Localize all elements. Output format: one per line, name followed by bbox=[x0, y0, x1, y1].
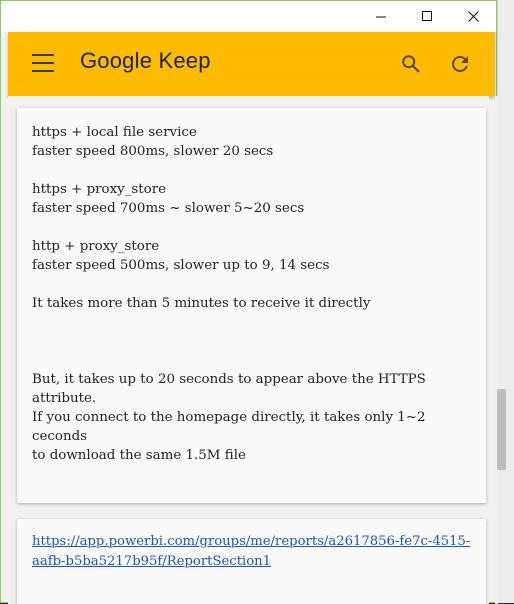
maximize-button[interactable] bbox=[404, 1, 450, 32]
note-card[interactable]: https + local file service faster speed … bbox=[17, 108, 486, 503]
close-button[interactable] bbox=[450, 1, 496, 32]
notes-list: https + local file service faster speed … bbox=[8, 96, 489, 604]
background-window-edge-right bbox=[497, 0, 514, 603]
maximize-icon bbox=[421, 11, 432, 21]
note-link[interactable]: https://app.powerbi.com/groups/me/report… bbox=[32, 532, 472, 571]
note-card[interactable]: https://app.powerbi.com/groups/me/report… bbox=[17, 519, 486, 604]
note-body[interactable]: https + local file service faster speed … bbox=[32, 123, 474, 465]
app-title: Google Keep bbox=[80, 48, 211, 74]
minimize-icon bbox=[375, 16, 386, 18]
close-icon bbox=[467, 11, 479, 22]
minimize-button[interactable] bbox=[358, 1, 404, 32]
scrollbar-thumb[interactable] bbox=[497, 389, 506, 470]
refresh-icon[interactable] bbox=[448, 52, 472, 76]
search-icon[interactable] bbox=[400, 53, 422, 75]
app-title-google: Google bbox=[80, 48, 153, 73]
app-bar: Google Keep bbox=[8, 32, 495, 96]
app-title-keep: Keep bbox=[158, 48, 211, 73]
title-bar[interactable] bbox=[1, 1, 496, 32]
hamburger-menu-icon[interactable] bbox=[32, 54, 54, 72]
scrollbar[interactable] bbox=[495, 96, 498, 604]
keep-window: Google Keep https + local file service f… bbox=[0, 0, 506, 604]
